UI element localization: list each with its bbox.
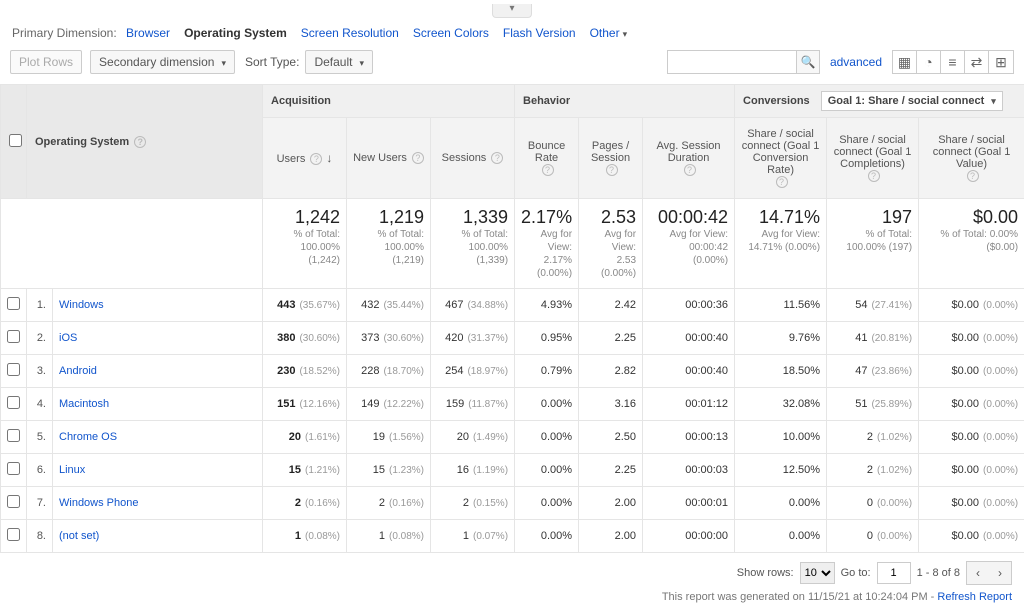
primary-dimension-other[interactable]: Other: [590, 26, 628, 40]
table-row: 6.Linux15(1.21%)15(1.23%)16(1.19%)0.00%2…: [1, 454, 1024, 487]
show-rows-select[interactable]: 10: [800, 562, 835, 584]
conversion-goal-select[interactable]: Goal 1: Share / social connect: [821, 91, 1003, 111]
row-index: 3.: [27, 355, 53, 388]
panel-handle[interactable]: ▾: [492, 4, 532, 18]
row-checkbox[interactable]: [7, 429, 20, 442]
help-icon[interactable]: ?: [684, 164, 696, 176]
view-table-icon[interactable]: ▦: [893, 51, 917, 73]
help-icon[interactable]: ?: [542, 164, 554, 176]
primary-dimension-flash-version[interactable]: Flash Version: [503, 26, 576, 40]
sort-type-button[interactable]: Default: [305, 50, 373, 74]
help-icon[interactable]: ?: [776, 176, 788, 188]
os-link[interactable]: (not set): [59, 530, 99, 542]
row-index: 6.: [27, 454, 53, 487]
page-range: 1 - 8 of 8: [917, 567, 960, 579]
view-pie-icon[interactable]: ◔: [917, 51, 941, 73]
help-icon[interactable]: ?: [967, 170, 979, 182]
help-icon[interactable]: ?: [310, 153, 322, 165]
col-users[interactable]: Users ?↓: [263, 118, 347, 199]
chevron-down-icon: [620, 26, 628, 40]
next-page-button[interactable]: ›: [989, 562, 1011, 584]
col-g1rate[interactable]: Share / social connect (Goal 1 Conversio…: [735, 118, 827, 199]
show-rows-label: Show rows:: [737, 567, 794, 579]
row-index: 8.: [27, 520, 53, 553]
primary-dimension-screen-colors[interactable]: Screen Colors: [413, 26, 489, 40]
col-g1val[interactable]: Share / social connect (Goal 1 Value) ?: [919, 118, 1024, 199]
row-checkbox[interactable]: [7, 495, 20, 508]
prev-page-button[interactable]: ‹: [967, 562, 989, 584]
table-row: 5.Chrome OS20(1.61%)19(1.56%)20(1.49%)0.…: [1, 421, 1024, 454]
primary-dimension-browser[interactable]: Browser: [126, 26, 170, 40]
row-index: 2.: [27, 322, 53, 355]
chevron-down-icon: [356, 55, 364, 69]
secondary-dimension-button[interactable]: Secondary dimension: [90, 50, 235, 74]
goto-input[interactable]: [877, 562, 911, 584]
row-checkbox[interactable]: [7, 396, 20, 409]
view-toggle: ▦ ◔ ≡ ⇄ ⊞: [892, 50, 1014, 74]
row-index: 1.: [27, 289, 53, 322]
group-acquisition: Acquisition: [263, 85, 515, 118]
toolbar: Plot Rows Secondary dimension Sort Type:…: [0, 44, 1024, 84]
row-index: 7.: [27, 487, 53, 520]
os-link[interactable]: Macintosh: [59, 398, 109, 410]
col-duration[interactable]: Avg. Session Duration ?: [643, 118, 735, 199]
row-checkbox[interactable]: [7, 297, 20, 310]
help-icon[interactable]: ?: [491, 152, 503, 164]
os-link[interactable]: iOS: [59, 332, 77, 344]
select-all-cell: [1, 85, 27, 199]
select-all-checkbox[interactable]: [9, 134, 22, 147]
row-checkbox[interactable]: [7, 363, 20, 376]
search-icon: 🔍: [800, 55, 815, 69]
table-row: 8.(not set)1(0.08%)1(0.08%)1(0.07%)0.00%…: [1, 520, 1024, 553]
view-pivot-icon[interactable]: ⊞: [989, 51, 1013, 73]
row-checkbox[interactable]: [7, 528, 20, 541]
primary-dimension-label: Primary Dimension:: [12, 26, 117, 40]
generated-note: This report was generated on 11/15/21 at…: [0, 589, 1024, 613]
primary-dimension-screen-resolution[interactable]: Screen Resolution: [301, 26, 399, 40]
col-new-users[interactable]: New Users ?: [347, 118, 431, 199]
chevron-down-icon: [988, 95, 996, 107]
pagination-bar: Show rows: 10 Go to: 1 - 8 of 8 ‹ ›: [0, 553, 1024, 589]
os-link[interactable]: Android: [59, 365, 97, 377]
table-row: 1.Windows443(35.67%)432(35.44%)467(34.88…: [1, 289, 1024, 322]
group-behavior: Behavior: [515, 85, 735, 118]
col-bounce[interactable]: Bounce Rate ?: [515, 118, 579, 199]
help-icon[interactable]: ?: [134, 136, 146, 148]
dimension-header: Operating System ?: [27, 85, 263, 199]
advanced-link[interactable]: advanced: [830, 55, 882, 69]
sort-type-label: Sort Type:: [245, 55, 299, 69]
col-g1comp[interactable]: Share / social connect (Goal 1 Completio…: [827, 118, 919, 199]
table-row: 7.Windows Phone2(0.16%)2(0.16%)2(0.15%)0…: [1, 487, 1024, 520]
table-row: 3.Android230(18.52%)228(18.70%)254(18.97…: [1, 355, 1024, 388]
help-icon[interactable]: ?: [868, 170, 880, 182]
primary-dimension-operating-system[interactable]: Operating System: [184, 26, 287, 40]
primary-dimension-bar: Primary Dimension: Browser Operating Syst…: [0, 18, 1024, 44]
row-checkbox[interactable]: [7, 462, 20, 475]
os-link[interactable]: Windows Phone: [59, 497, 139, 509]
view-compare-icon[interactable]: ⇄: [965, 51, 989, 73]
report-table: Operating System ? Acquisition Behavior …: [0, 84, 1024, 553]
plot-rows-button[interactable]: Plot Rows: [10, 50, 82, 74]
col-pps[interactable]: Pages / Session ?: [579, 118, 643, 199]
table-row: 2.iOS380(30.60%)373(30.60%)420(31.37%)0.…: [1, 322, 1024, 355]
os-link[interactable]: Chrome OS: [59, 431, 117, 443]
os-link[interactable]: Windows: [59, 299, 104, 311]
table-row: 4.Macintosh151(12.16%)149(12.22%)159(11.…: [1, 388, 1024, 421]
group-conversions: Conversions Goal 1: Share / social conne…: [735, 85, 1024, 118]
chevron-down-icon: [218, 55, 226, 69]
help-icon[interactable]: ?: [412, 152, 424, 164]
summary-row: 1,242% of Total:100.00%(1,242) 1,219% of…: [1, 199, 1024, 289]
row-index: 4.: [27, 388, 53, 421]
search-input[interactable]: [667, 50, 797, 74]
row-index: 5.: [27, 421, 53, 454]
sort-desc-icon: ↓: [326, 151, 332, 165]
help-icon[interactable]: ?: [606, 164, 618, 176]
row-checkbox[interactable]: [7, 330, 20, 343]
goto-label: Go to:: [841, 567, 871, 579]
os-link[interactable]: Linux: [59, 464, 85, 476]
col-sessions[interactable]: Sessions ?: [431, 118, 515, 199]
search-button[interactable]: 🔍: [796, 50, 820, 74]
view-bar-icon[interactable]: ≡: [941, 51, 965, 73]
refresh-report-link[interactable]: Refresh Report: [937, 591, 1012, 603]
